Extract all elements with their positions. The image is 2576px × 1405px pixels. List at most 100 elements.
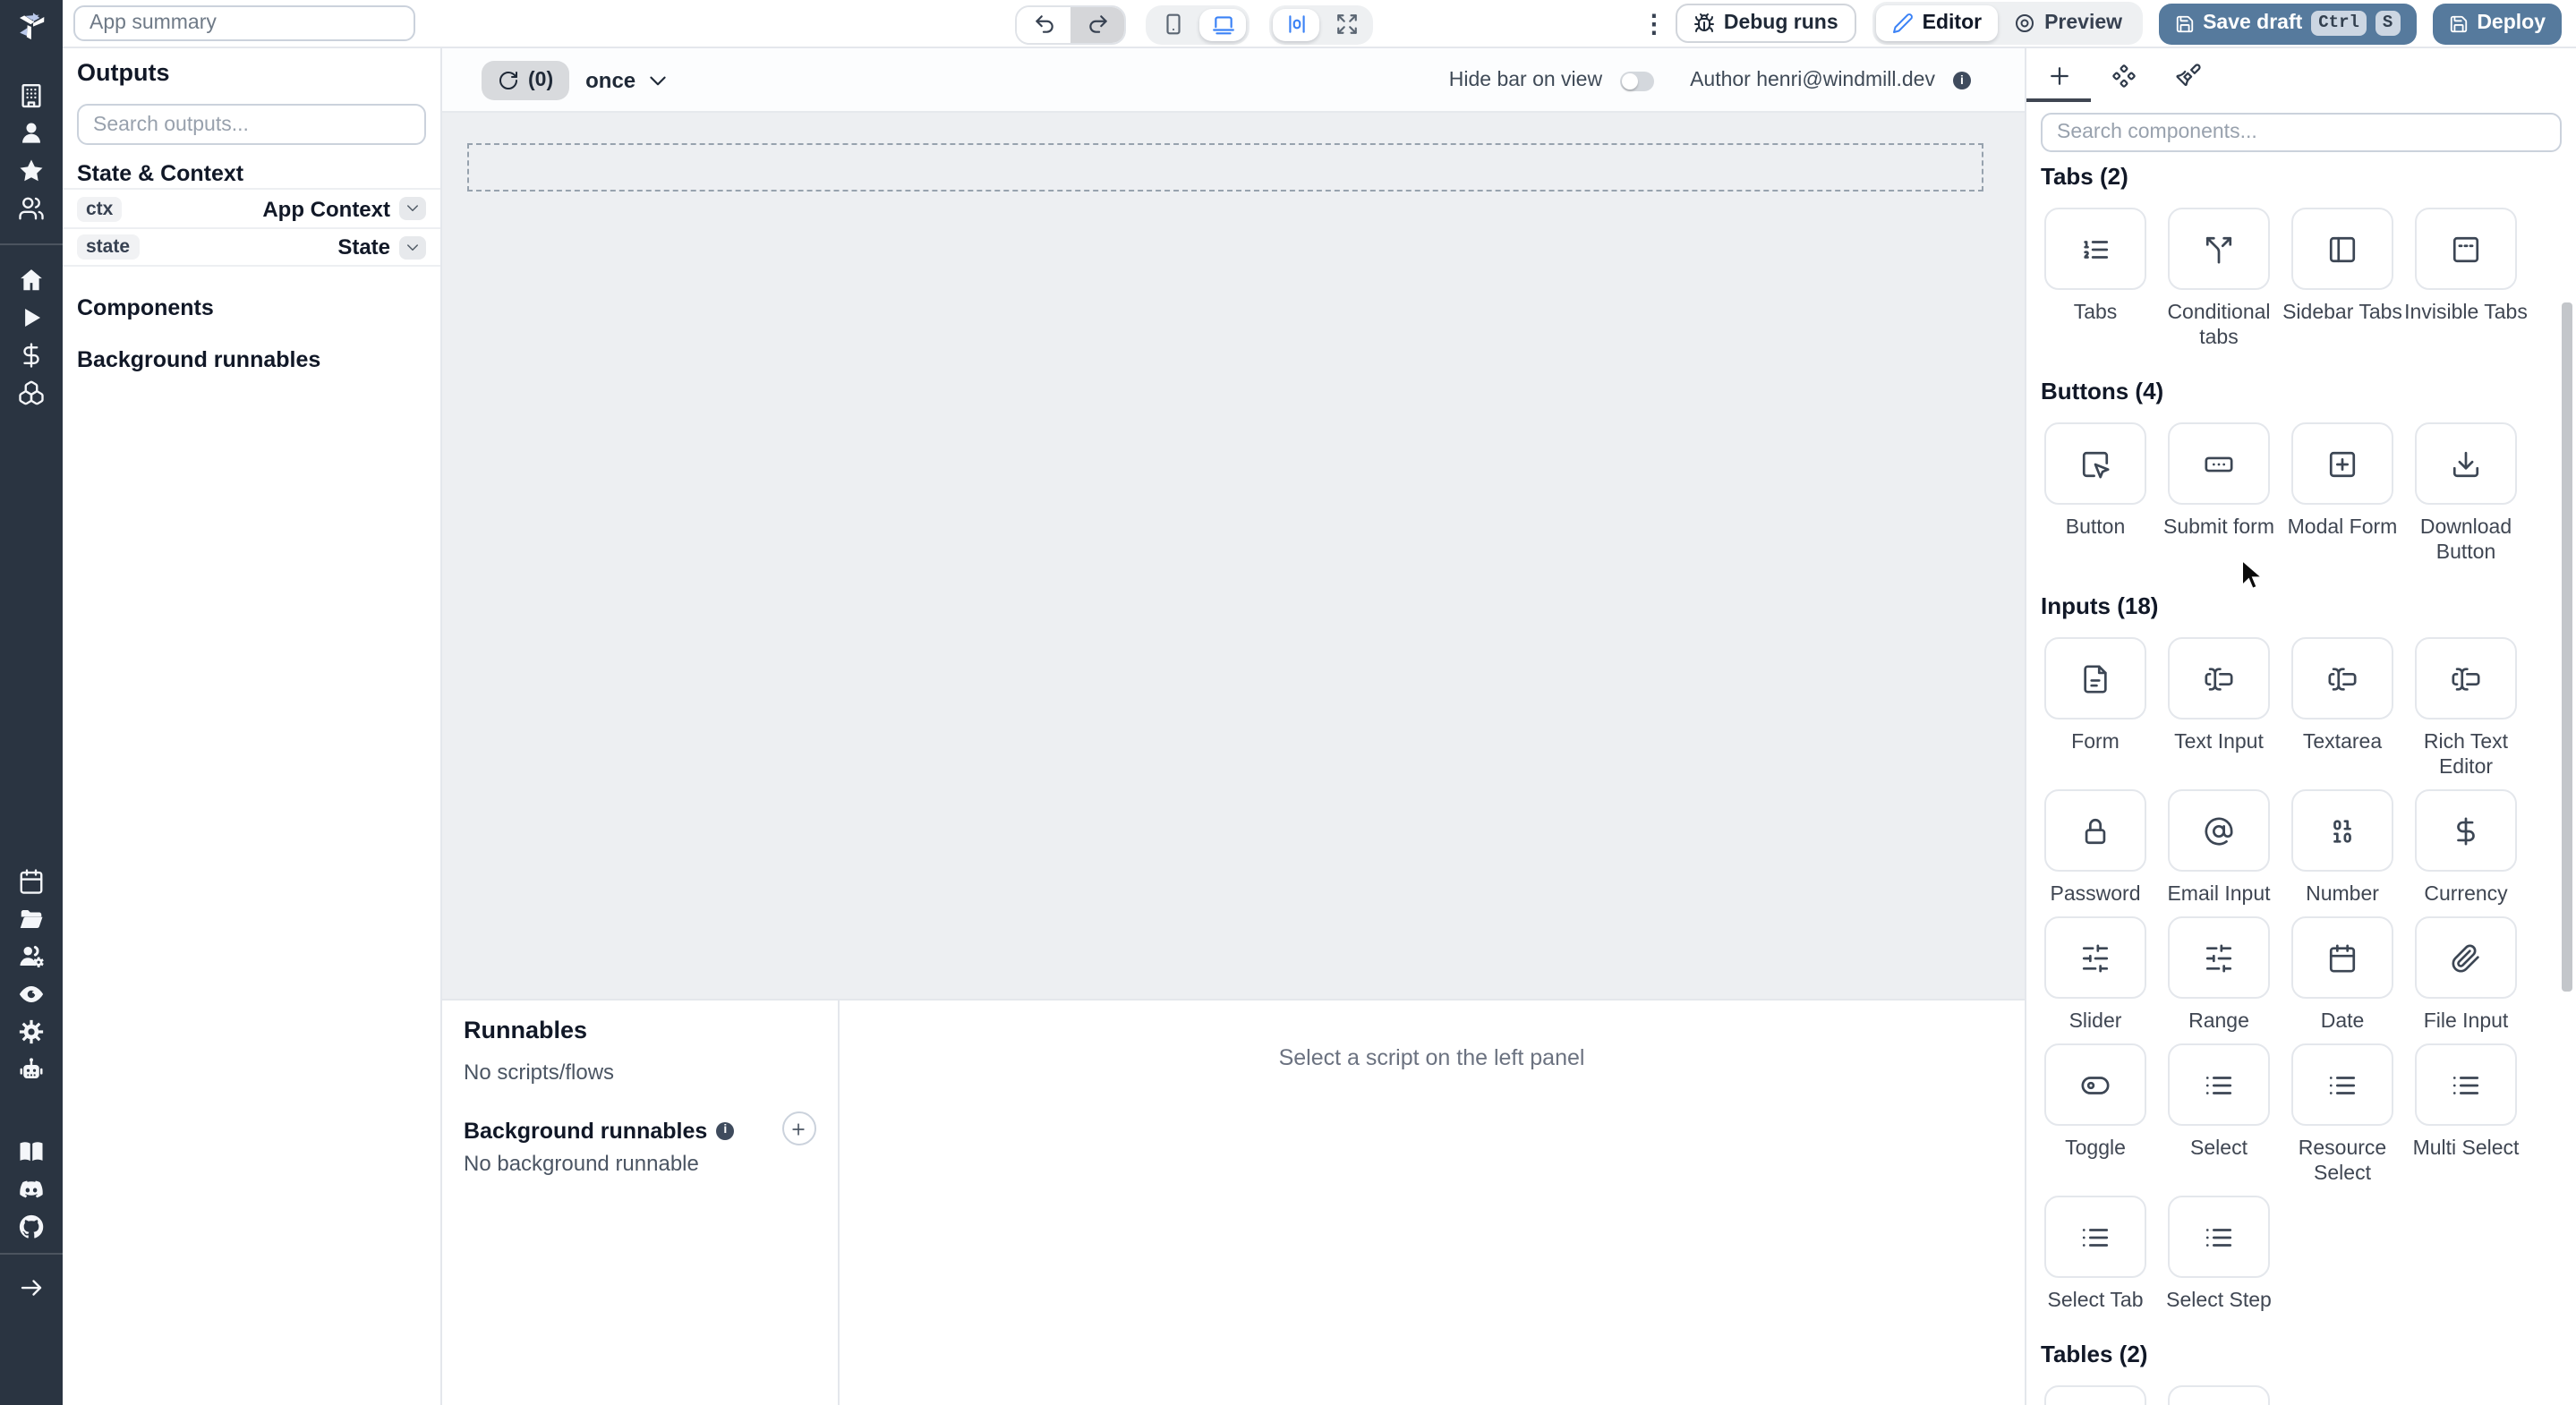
rail-item-play[interactable] bbox=[0, 299, 63, 336]
search-outputs-input[interactable] bbox=[77, 104, 426, 145]
empty-drop-slot[interactable] bbox=[467, 143, 1983, 192]
rail-item-star[interactable] bbox=[0, 152, 63, 190]
rail-item-users-gear[interactable] bbox=[0, 938, 63, 975]
component-card[interactable] bbox=[2044, 422, 2146, 505]
component-card[interactable] bbox=[2291, 1043, 2393, 1126]
rail-item-home[interactable] bbox=[0, 261, 63, 299]
rail-item-dollar[interactable] bbox=[0, 336, 63, 374]
author-info-icon[interactable]: i bbox=[1953, 72, 1971, 89]
component-resource-select[interactable]: Resource Select bbox=[2291, 1043, 2393, 1187]
component-card[interactable] bbox=[2168, 1043, 2270, 1126]
component-modal-form[interactable]: Modal Form bbox=[2288, 422, 2397, 566]
component-multi-select[interactable]: Multi Select bbox=[2413, 1043, 2519, 1187]
component-slider[interactable]: Slider bbox=[2044, 916, 2146, 1035]
component-sidebar-tabs[interactable]: Sidebar Tabs bbox=[2282, 208, 2402, 351]
component-card[interactable] bbox=[2415, 637, 2517, 720]
rail-item-book[interactable] bbox=[0, 1133, 63, 1171]
component-card[interactable] bbox=[2291, 916, 2393, 999]
component-textarea[interactable]: Textarea bbox=[2291, 637, 2393, 780]
save-draft-button[interactable]: Save draft Ctrl S bbox=[2158, 3, 2417, 44]
component-card[interactable] bbox=[2044, 1196, 2146, 1278]
windmill-logo[interactable] bbox=[0, 0, 63, 48]
component-select[interactable]: Select bbox=[2168, 1043, 2270, 1187]
fullwidth-button[interactable] bbox=[1323, 8, 1369, 40]
run-mode-select[interactable]: once bbox=[585, 68, 670, 93]
component-card[interactable] bbox=[2291, 208, 2393, 290]
component-card[interactable] bbox=[2291, 789, 2393, 872]
component-card[interactable] bbox=[2415, 422, 2517, 505]
desktop-view-button[interactable] bbox=[1199, 8, 1246, 40]
component-rich-text-editor[interactable]: Rich Text Editor bbox=[2415, 637, 2517, 780]
component-card[interactable] bbox=[2168, 422, 2270, 505]
component-card[interactable] bbox=[2044, 637, 2146, 720]
component-download-button[interactable]: Download Button bbox=[2415, 422, 2517, 566]
rail-item-user[interactable] bbox=[0, 115, 63, 152]
component-card[interactable] bbox=[2415, 789, 2517, 872]
component-currency[interactable]: Currency bbox=[2415, 789, 2517, 907]
component-table[interactable] bbox=[2044, 1385, 2146, 1405]
tab-insert-component[interactable] bbox=[2026, 48, 2091, 102]
center-content-button[interactable] bbox=[1273, 8, 1319, 40]
tab-styling[interactable] bbox=[2155, 48, 2220, 102]
component-card[interactable] bbox=[2168, 916, 2270, 999]
tab-editor[interactable]: Editor bbox=[1875, 5, 1999, 41]
rail-item-discord[interactable] bbox=[0, 1171, 63, 1208]
component-invisible-tabs[interactable]: Invisible Tabs bbox=[2404, 208, 2528, 351]
component-range[interactable]: Range bbox=[2168, 916, 2270, 1035]
component-tabs[interactable]: Tabs bbox=[2044, 208, 2146, 351]
tab-preview[interactable]: Preview bbox=[1998, 5, 2138, 41]
rail-item-users[interactable] bbox=[0, 190, 63, 227]
component-card[interactable] bbox=[2044, 789, 2146, 872]
app-canvas[interactable] bbox=[442, 113, 2025, 999]
component-card[interactable] bbox=[2415, 1043, 2517, 1126]
rail-item-bot[interactable] bbox=[0, 1051, 63, 1088]
more-menu-button[interactable]: ⋮ bbox=[1642, 8, 1667, 38]
component-button[interactable]: Button bbox=[2044, 422, 2146, 566]
component-card[interactable] bbox=[2044, 1043, 2146, 1126]
component-select-step[interactable]: Select Step bbox=[2166, 1196, 2272, 1314]
rail-item-calendar[interactable] bbox=[0, 863, 63, 900]
component-select-tab[interactable]: Select Tab bbox=[2044, 1196, 2146, 1314]
hide-bar-toggle[interactable] bbox=[1620, 71, 1655, 90]
component-text-input[interactable]: Text Input bbox=[2168, 637, 2270, 780]
component-card[interactable] bbox=[2415, 916, 2517, 999]
component-card[interactable] bbox=[2168, 637, 2270, 720]
app-summary-input[interactable] bbox=[73, 5, 415, 41]
component-card[interactable] bbox=[2168, 1385, 2270, 1405]
component-card[interactable] bbox=[2168, 1196, 2270, 1278]
component-card[interactable] bbox=[2044, 1385, 2146, 1405]
component-card[interactable] bbox=[2044, 916, 2146, 999]
rail-item-eye[interactable] bbox=[0, 975, 63, 1013]
rail-item-github[interactable] bbox=[0, 1208, 63, 1246]
component-card[interactable] bbox=[2044, 208, 2146, 290]
component-file-input[interactable]: File Input bbox=[2415, 916, 2517, 1035]
component-table[interactable] bbox=[2168, 1385, 2270, 1405]
component-conditional-tabs[interactable]: Conditional tabs bbox=[2167, 208, 2271, 351]
component-card[interactable] bbox=[2415, 208, 2517, 290]
component-number[interactable]: Number bbox=[2291, 789, 2393, 907]
state-row[interactable]: state State bbox=[63, 227, 440, 267]
component-card[interactable] bbox=[2291, 422, 2393, 505]
rail-item-boxes[interactable] bbox=[0, 374, 63, 412]
component-form[interactable]: Form bbox=[2044, 637, 2146, 780]
components-scrollbar[interactable] bbox=[2562, 302, 2572, 992]
rail-item-arrow-right[interactable] bbox=[0, 1269, 63, 1307]
state-expand-button[interactable] bbox=[399, 235, 426, 259]
background-info-icon[interactable]: i bbox=[716, 1121, 735, 1139]
component-toggle[interactable]: Toggle bbox=[2044, 1043, 2146, 1187]
deploy-button[interactable]: Deploy bbox=[2432, 3, 2562, 44]
component-password[interactable]: Password bbox=[2044, 789, 2146, 907]
refresh-count-button[interactable]: (0) bbox=[482, 61, 570, 100]
ctx-expand-button[interactable] bbox=[399, 197, 426, 220]
mobile-view-button[interactable] bbox=[1149, 8, 1196, 40]
component-card[interactable] bbox=[2168, 208, 2270, 290]
component-card[interactable] bbox=[2168, 789, 2270, 872]
component-email-input[interactable]: Email Input bbox=[2167, 789, 2271, 907]
component-card[interactable] bbox=[2291, 637, 2393, 720]
redo-button[interactable] bbox=[1070, 6, 1124, 42]
rail-item-gear[interactable] bbox=[0, 1013, 63, 1051]
search-components-input[interactable] bbox=[2041, 113, 2562, 152]
rail-item-building[interactable] bbox=[0, 77, 63, 115]
add-background-runnable-button[interactable] bbox=[781, 1111, 815, 1145]
debug-runs-button[interactable]: Debug runs bbox=[1675, 4, 1856, 43]
